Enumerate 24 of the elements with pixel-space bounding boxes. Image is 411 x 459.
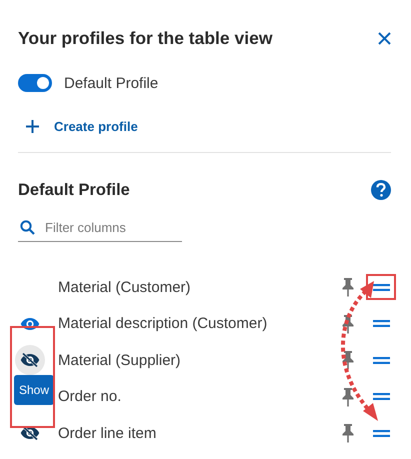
pin-button[interactable]: [341, 314, 355, 334]
eye-slash-icon: [20, 353, 40, 368]
profile-name: Default Profile: [64, 74, 158, 92]
visibility-toggle[interactable]: [15, 345, 45, 376]
eye-icon: [20, 316, 40, 331]
column-name: Material (Customer): [58, 278, 192, 296]
tooltip: Show: [14, 375, 54, 405]
column-name: Order line item: [58, 424, 158, 442]
plus-icon: [26, 120, 39, 132]
panel-title: Your profiles for the table view: [18, 28, 272, 48]
help-button[interactable]: [371, 180, 391, 200]
section-title: Default Profile: [18, 180, 130, 200]
column-name: Order no.: [58, 388, 122, 406]
pin-button[interactable]: [341, 350, 355, 370]
eye-slash-icon: [20, 426, 40, 440]
pin-button[interactable]: [341, 277, 355, 298]
column-name: Material description (Customer): [58, 315, 268, 332]
pin-button[interactable]: [341, 423, 355, 444]
profile-switch[interactable]: [18, 74, 52, 92]
pin-button[interactable]: [341, 386, 355, 407]
column-name: Material (Supplier): [58, 352, 182, 369]
question-mark-icon: [376, 183, 386, 197]
create-profile-link[interactable]: Create profile: [26, 116, 391, 136]
search-icon: [20, 220, 35, 235]
